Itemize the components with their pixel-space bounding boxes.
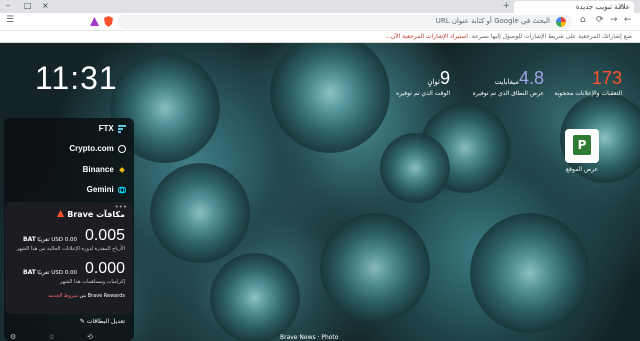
reload-icon[interactable]: ⟳: [596, 15, 604, 25]
stat-bandwidth-value: 4.8: [518, 68, 544, 88]
ftx-widget[interactable]: FTX: [99, 124, 126, 133]
grants-amount: 0.000: [84, 260, 125, 277]
grants-desc: إكراميات ومساهمات هذا الشهر: [59, 279, 125, 285]
bottom-toolbar: ⚙ ☆ ⟲: [10, 333, 93, 341]
stat-time-value: 9: [439, 68, 450, 88]
browser-toolbar: ☰ البحث في Google أو كتابة عنوان URL ⌂ ⟳…: [0, 13, 640, 31]
stat-bandwidth-unit: ميغابايت: [494, 78, 519, 86]
bookmark-icon[interactable]: ☆: [49, 333, 55, 341]
home-icon[interactable]: ⌂: [580, 15, 586, 25]
bat-triangle-icon: [57, 210, 65, 217]
photo-credit: Brave News · Photo: [280, 334, 339, 341]
tab-new-tab[interactable]: علامة تبويب جديدة ×: [514, 1, 634, 13]
top-site-tile[interactable]: P: [565, 129, 599, 163]
clock: 11:31: [35, 60, 118, 96]
grants-usd: 0.00 USD تقريبًا: [37, 270, 77, 276]
import-bookmarks-link[interactable]: استيراد الإشارات المرجعية الآن...: [385, 33, 468, 40]
stat-time-unit: ثوانٍ: [427, 78, 440, 86]
tab-close-icon[interactable]: ×: [618, 2, 624, 10]
forward-icon[interactable]: →: [610, 15, 618, 25]
address-placeholder: البحث في Google أو كتابة عنوان URL: [435, 17, 550, 25]
brave-rewards-widget: ••• مكافآت Brave 0.005 BAT 0.00 USD تقري…: [5, 202, 133, 314]
history-icon[interactable]: ⟲: [87, 333, 93, 341]
stat-trackers-label: التعقبات والإعلانات محجوبة: [554, 90, 622, 97]
brave-shield-icon[interactable]: [104, 16, 113, 27]
window-close-icon[interactable]: ×: [42, 1, 49, 10]
settings-icon[interactable]: ⚙: [10, 333, 16, 341]
ftx-icon: [118, 124, 126, 133]
stat-time-label: الوقت الذي تم توفيره: [396, 90, 450, 97]
brave-triangle-icon[interactable]: [90, 17, 99, 26]
stat-trackers: 173 التعقبات والإعلانات محجوبة: [554, 68, 622, 97]
maximize-icon[interactable]: □: [24, 1, 32, 10]
minimize-icon[interactable]: –: [6, 1, 10, 10]
earnings-currency: BAT: [23, 236, 36, 243]
binance-widget[interactable]: Binance: [83, 165, 126, 174]
rewards-title: مكافآت Brave: [57, 210, 125, 219]
rewards-footer: Brave Rewards من شروط الخدمة: [48, 293, 125, 299]
stat-trackers-value: 173: [591, 68, 622, 88]
crypto-com-icon: [118, 144, 126, 153]
gemini-icon: [118, 186, 126, 194]
grants-currency: BAT: [23, 269, 36, 276]
top-site-label: عرض الموقع: [565, 166, 599, 173]
terms-link[interactable]: شروط الخدمة: [48, 293, 78, 299]
binance-icon: [119, 167, 125, 173]
crypto-com-widget[interactable]: Crypto.com: [69, 144, 126, 153]
back-icon[interactable]: ←: [624, 15, 632, 25]
earnings-usd: 0.00 USD تقريبًا: [37, 237, 77, 243]
bookmarks-hint: ضع إشاراتك المرجعية على شريط الإشارات لل…: [469, 33, 632, 40]
earnings-amount: 0.005: [84, 227, 125, 244]
address-bar[interactable]: البحث في Google أو كتابة عنوان URL: [118, 15, 572, 29]
google-icon: [556, 17, 566, 27]
stat-bandwidth-label: عرض النطاق الذي تم توفيره: [472, 90, 544, 97]
earnings-desc: الأرباح المقدرة لدورة الإعلانات الحالية …: [16, 246, 125, 252]
gemini-widget[interactable]: Gemini: [87, 185, 126, 194]
customize-cards-button[interactable]: تعديل البطاقات ✎: [5, 315, 133, 329]
menu-icon[interactable]: ☰: [6, 15, 14, 25]
stat-bandwidth: 4.8ميغابايت عرض النطاق الذي تم توفيره: [473, 68, 544, 97]
stats-widget: 173 التعقبات والإعلانات محجوبة 4.8ميغابا…: [382, 68, 622, 108]
new-tab-button[interactable]: +: [502, 1, 510, 11]
top-site-favicon: P: [573, 135, 591, 155]
stat-time: 9ثوانٍ الوقت الذي تم توفيره: [396, 68, 450, 97]
tab-strip: علامة تبويب جديدة × + – □ ×: [0, 0, 640, 13]
bookmarks-bar: ضع إشاراتك المرجعية على شريط الإشارات لل…: [0, 31, 640, 43]
